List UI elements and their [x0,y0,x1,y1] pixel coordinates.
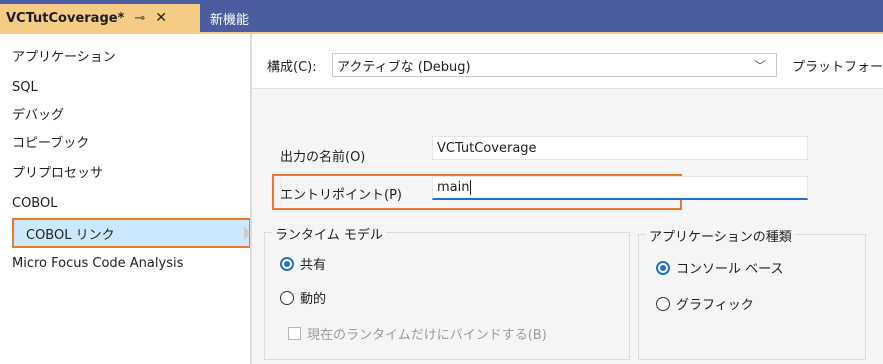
configuration-dropdown[interactable]: アクティブな (Debug) ﹀ [332,53,777,77]
entry-point-value: main [437,180,470,195]
runtime-model-title: ランタイム モデル [272,224,386,243]
radio-unchecked-icon [280,290,294,305]
sidebar-item-label: コピーブック [12,135,90,151]
checkbox-icon [288,327,301,340]
sidebar-item-label: COBOL リンク [26,227,115,243]
sidebar-item-cobol-link[interactable]: COBOL リンク [12,218,251,248]
checkbox-label: 現在のランタイムだけにバインドする(B) [307,328,547,343]
sidebar-item-debug[interactable]: デバッグ [12,100,64,126]
chevron-down-icon[interactable]: ﹀ [754,57,766,74]
tab-new-features[interactable]: 新機能 [204,4,255,32]
output-name-value: VCTutCoverage [437,140,537,156]
sidebar-item-copybook[interactable]: コピーブック [12,128,89,154]
sidebar-item-sql[interactable]: SQL [12,74,38,100]
radio-shared[interactable]: 共有 [280,254,326,273]
tab-title: 新機能 [210,12,250,28]
config-label: 構成(C): [267,60,317,75]
bind-runtime-checkbox[interactable]: 現在のランタイムだけにバインドする(B) [288,324,547,343]
config-value: アクティブな (Debug) [337,59,471,75]
sidebar-item-label: Micro Focus Code Analysis [12,255,184,271]
sidebar: アプリケーション SQL デバッグ コピーブック プリプロセッサ COBOL C… [0,34,251,364]
platform-label: プラットフォーム( [792,60,883,75]
sidebar-item-label: デバッグ [12,107,65,123]
text-caret [470,180,472,195]
sidebar-item-label: プリプロセッサ [12,165,104,181]
tab-vctutcoverage[interactable]: VCTutCoverage* ⊸ ✕ [0,4,200,32]
sidebar-item-application[interactable]: アプリケーション [12,42,116,68]
radio-console-based[interactable]: コンソール ベース [656,258,783,277]
entry-point-label: エントリポイント(P) [280,188,402,203]
main-panel: 構成(C): アクティブな (Debug) ﹀ プラットフォーム( 出力の名前(… [252,34,883,364]
app-type-title: アプリケーションの種類 [646,226,795,245]
config-row: 構成(C): アクティブな (Debug) ﹀ プラットフォーム( [252,34,883,88]
divider [252,88,883,89]
sidebar-item-label: SQL [12,79,38,95]
radio-unchecked-icon [656,296,670,311]
output-name-label: 出力の名前(O) [280,150,366,165]
close-icon[interactable]: ✕ [155,10,167,26]
radio-checked-icon [280,256,294,271]
radio-checked-icon [656,260,670,275]
sidebar-item-label: COBOL [12,195,58,211]
pin-icon[interactable]: ⊸ [134,11,145,26]
sidebar-item-label: アプリケーション [12,49,116,65]
sidebar-item-preprocessor[interactable]: プリプロセッサ [12,158,103,184]
output-name-field[interactable]: VCTutCoverage [432,136,808,160]
radio-label: 共有 [300,258,327,273]
sidebar-item-code-analysis[interactable]: Micro Focus Code Analysis [12,250,183,276]
radio-label: グラフィック [676,298,754,313]
entry-point-field[interactable]: main [432,176,808,200]
radio-dynamic[interactable]: 動的 [280,288,326,307]
radio-label: 動的 [300,292,327,307]
tab-title: VCTutCoverage* [6,10,125,26]
radio-graphic[interactable]: グラフィック [656,294,754,313]
sidebar-item-cobol[interactable]: COBOL [12,190,57,216]
tab-bar: VCTutCoverage* ⊸ ✕ 新機能 [0,0,883,32]
radio-label: コンソール ベース [676,262,784,277]
